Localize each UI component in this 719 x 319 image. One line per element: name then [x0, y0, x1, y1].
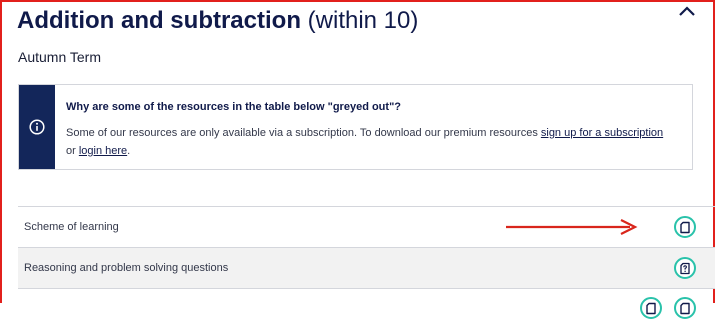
question-document-icon: [680, 262, 690, 274]
resource-row-partial: [18, 289, 715, 319]
download-button-a[interactable]: [640, 297, 662, 319]
notice-or-text: or: [66, 145, 79, 157]
notice-end-text: .: [127, 145, 131, 157]
term-label: Autumn Term: [18, 49, 101, 65]
signup-link[interactable]: sign up for a subscription: [541, 127, 663, 139]
red-arrow-annotation: [506, 219, 638, 235]
document-icon: [680, 221, 690, 233]
document-icon: [646, 302, 656, 314]
download-button-b[interactable]: [674, 297, 696, 319]
notice-icon-bar: [19, 85, 55, 169]
notice-body: Some of our resources are only available…: [66, 124, 666, 160]
resource-label: Reasoning and problem solving questions: [24, 262, 229, 274]
chevron-up-icon: [679, 6, 695, 16]
download-reasoning-button[interactable]: [674, 257, 696, 279]
collapse-button[interactable]: [676, 3, 698, 19]
notice-body-text: Some of our resources are only available…: [66, 127, 541, 139]
notice-title: Why are some of the resources in the tab…: [66, 101, 402, 113]
resource-label: Scheme of learning: [24, 221, 119, 233]
subscription-notice: Why are some of the resources in the tab…: [18, 84, 693, 170]
unit-title-main: Addition and subtraction: [17, 7, 301, 34]
resource-row-reasoning-questions: Reasoning and problem solving questions: [18, 248, 715, 289]
download-scheme-button[interactable]: [674, 216, 696, 238]
unit-title: Addition and subtraction (within 10): [17, 6, 418, 36]
unit-title-range: (within 10): [307, 7, 419, 34]
login-link[interactable]: login here: [79, 145, 127, 157]
info-icon: [29, 119, 45, 135]
document-icon: [680, 302, 690, 314]
